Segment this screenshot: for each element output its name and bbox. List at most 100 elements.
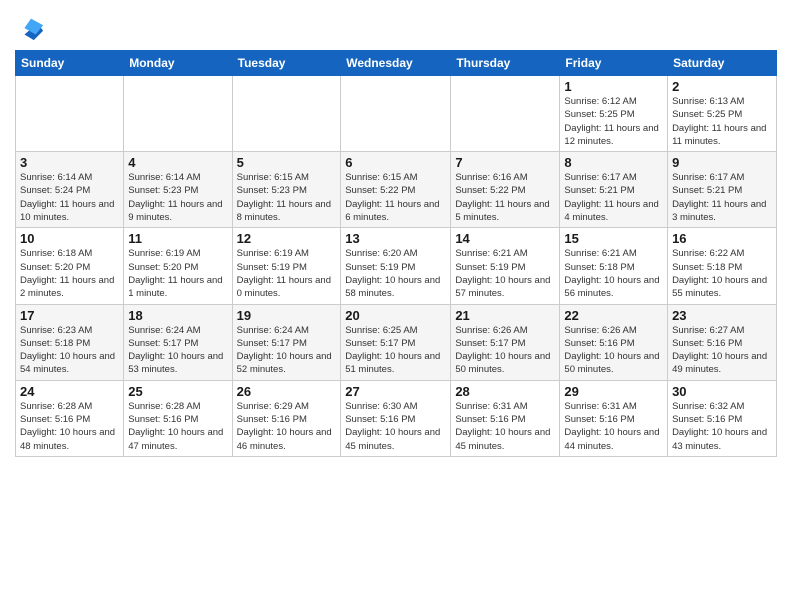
calendar-week-row: 10Sunrise: 6:18 AM Sunset: 5:20 PM Dayli…	[16, 228, 777, 304]
calendar-cell: 13Sunrise: 6:20 AM Sunset: 5:19 PM Dayli…	[341, 228, 451, 304]
cell-info-text: Sunrise: 6:17 AM Sunset: 5:21 PM Dayligh…	[564, 171, 663, 224]
calendar-week-row: 24Sunrise: 6:28 AM Sunset: 5:16 PM Dayli…	[16, 380, 777, 456]
cell-day-number: 26	[237, 384, 337, 399]
calendar-cell: 2Sunrise: 6:13 AM Sunset: 5:25 PM Daylig…	[668, 76, 777, 152]
page-container: SundayMondayTuesdayWednesdayThursdayFrid…	[0, 0, 792, 462]
cell-info-text: Sunrise: 6:14 AM Sunset: 5:24 PM Dayligh…	[20, 171, 119, 224]
calendar-cell: 20Sunrise: 6:25 AM Sunset: 5:17 PM Dayli…	[341, 304, 451, 380]
cell-info-text: Sunrise: 6:13 AM Sunset: 5:25 PM Dayligh…	[672, 95, 772, 148]
logo	[15, 14, 45, 42]
cell-day-number: 11	[128, 231, 227, 246]
cell-info-text: Sunrise: 6:26 AM Sunset: 5:16 PM Dayligh…	[564, 324, 663, 377]
cell-day-number: 3	[20, 155, 119, 170]
calendar-cell: 7Sunrise: 6:16 AM Sunset: 5:22 PM Daylig…	[451, 152, 560, 228]
calendar-cell: 16Sunrise: 6:22 AM Sunset: 5:18 PM Dayli…	[668, 228, 777, 304]
calendar-cell: 18Sunrise: 6:24 AM Sunset: 5:17 PM Dayli…	[124, 304, 232, 380]
cell-day-number: 24	[20, 384, 119, 399]
weekday-header-row: SundayMondayTuesdayWednesdayThursdayFrid…	[16, 51, 777, 76]
calendar-cell: 14Sunrise: 6:21 AM Sunset: 5:19 PM Dayli…	[451, 228, 560, 304]
calendar-cell: 26Sunrise: 6:29 AM Sunset: 5:16 PM Dayli…	[232, 380, 341, 456]
weekday-header-sunday: Sunday	[16, 51, 124, 76]
cell-day-number: 6	[345, 155, 446, 170]
cell-info-text: Sunrise: 6:28 AM Sunset: 5:16 PM Dayligh…	[128, 400, 227, 453]
calendar-cell: 6Sunrise: 6:15 AM Sunset: 5:22 PM Daylig…	[341, 152, 451, 228]
cell-info-text: Sunrise: 6:14 AM Sunset: 5:23 PM Dayligh…	[128, 171, 227, 224]
cell-day-number: 27	[345, 384, 446, 399]
calendar-cell: 30Sunrise: 6:32 AM Sunset: 5:16 PM Dayli…	[668, 380, 777, 456]
weekday-header-friday: Friday	[560, 51, 668, 76]
header-area	[15, 10, 777, 42]
calendar-cell: 21Sunrise: 6:26 AM Sunset: 5:17 PM Dayli…	[451, 304, 560, 380]
calendar-week-row: 1Sunrise: 6:12 AM Sunset: 5:25 PM Daylig…	[16, 76, 777, 152]
cell-day-number: 7	[455, 155, 555, 170]
cell-info-text: Sunrise: 6:25 AM Sunset: 5:17 PM Dayligh…	[345, 324, 446, 377]
cell-day-number: 14	[455, 231, 555, 246]
calendar-cell: 9Sunrise: 6:17 AM Sunset: 5:21 PM Daylig…	[668, 152, 777, 228]
calendar-cell: 22Sunrise: 6:26 AM Sunset: 5:16 PM Dayli…	[560, 304, 668, 380]
cell-info-text: Sunrise: 6:19 AM Sunset: 5:19 PM Dayligh…	[237, 247, 337, 300]
cell-info-text: Sunrise: 6:32 AM Sunset: 5:16 PM Dayligh…	[672, 400, 772, 453]
weekday-header-saturday: Saturday	[668, 51, 777, 76]
logo-icon	[17, 14, 45, 42]
cell-day-number: 22	[564, 308, 663, 323]
cell-info-text: Sunrise: 6:22 AM Sunset: 5:18 PM Dayligh…	[672, 247, 772, 300]
cell-day-number: 20	[345, 308, 446, 323]
calendar-table: SundayMondayTuesdayWednesdayThursdayFrid…	[15, 50, 777, 457]
cell-info-text: Sunrise: 6:21 AM Sunset: 5:19 PM Dayligh…	[455, 247, 555, 300]
cell-info-text: Sunrise: 6:29 AM Sunset: 5:16 PM Dayligh…	[237, 400, 337, 453]
cell-info-text: Sunrise: 6:30 AM Sunset: 5:16 PM Dayligh…	[345, 400, 446, 453]
calendar-cell: 28Sunrise: 6:31 AM Sunset: 5:16 PM Dayli…	[451, 380, 560, 456]
calendar-cell: 3Sunrise: 6:14 AM Sunset: 5:24 PM Daylig…	[16, 152, 124, 228]
calendar-cell: 4Sunrise: 6:14 AM Sunset: 5:23 PM Daylig…	[124, 152, 232, 228]
cell-info-text: Sunrise: 6:28 AM Sunset: 5:16 PM Dayligh…	[20, 400, 119, 453]
calendar-cell: 10Sunrise: 6:18 AM Sunset: 5:20 PM Dayli…	[16, 228, 124, 304]
calendar-cell: 23Sunrise: 6:27 AM Sunset: 5:16 PM Dayli…	[668, 304, 777, 380]
cell-day-number: 1	[564, 79, 663, 94]
calendar-cell: 11Sunrise: 6:19 AM Sunset: 5:20 PM Dayli…	[124, 228, 232, 304]
cell-info-text: Sunrise: 6:15 AM Sunset: 5:23 PM Dayligh…	[237, 171, 337, 224]
cell-day-number: 29	[564, 384, 663, 399]
cell-info-text: Sunrise: 6:24 AM Sunset: 5:17 PM Dayligh…	[128, 324, 227, 377]
cell-info-text: Sunrise: 6:31 AM Sunset: 5:16 PM Dayligh…	[455, 400, 555, 453]
cell-info-text: Sunrise: 6:26 AM Sunset: 5:17 PM Dayligh…	[455, 324, 555, 377]
calendar-cell: 19Sunrise: 6:24 AM Sunset: 5:17 PM Dayli…	[232, 304, 341, 380]
calendar-cell: 12Sunrise: 6:19 AM Sunset: 5:19 PM Dayli…	[232, 228, 341, 304]
calendar-cell	[16, 76, 124, 152]
calendar-cell	[451, 76, 560, 152]
cell-info-text: Sunrise: 6:27 AM Sunset: 5:16 PM Dayligh…	[672, 324, 772, 377]
cell-info-text: Sunrise: 6:20 AM Sunset: 5:19 PM Dayligh…	[345, 247, 446, 300]
cell-day-number: 25	[128, 384, 227, 399]
calendar-week-row: 3Sunrise: 6:14 AM Sunset: 5:24 PM Daylig…	[16, 152, 777, 228]
cell-day-number: 13	[345, 231, 446, 246]
cell-info-text: Sunrise: 6:23 AM Sunset: 5:18 PM Dayligh…	[20, 324, 119, 377]
calendar-cell: 29Sunrise: 6:31 AM Sunset: 5:16 PM Dayli…	[560, 380, 668, 456]
cell-day-number: 9	[672, 155, 772, 170]
cell-day-number: 4	[128, 155, 227, 170]
cell-info-text: Sunrise: 6:17 AM Sunset: 5:21 PM Dayligh…	[672, 171, 772, 224]
calendar-cell	[341, 76, 451, 152]
cell-info-text: Sunrise: 6:19 AM Sunset: 5:20 PM Dayligh…	[128, 247, 227, 300]
calendar-cell	[232, 76, 341, 152]
calendar-cell: 24Sunrise: 6:28 AM Sunset: 5:16 PM Dayli…	[16, 380, 124, 456]
cell-day-number: 12	[237, 231, 337, 246]
cell-day-number: 15	[564, 231, 663, 246]
cell-info-text: Sunrise: 6:24 AM Sunset: 5:17 PM Dayligh…	[237, 324, 337, 377]
weekday-header-tuesday: Tuesday	[232, 51, 341, 76]
cell-day-number: 10	[20, 231, 119, 246]
cell-info-text: Sunrise: 6:21 AM Sunset: 5:18 PM Dayligh…	[564, 247, 663, 300]
cell-day-number: 21	[455, 308, 555, 323]
calendar-cell: 8Sunrise: 6:17 AM Sunset: 5:21 PM Daylig…	[560, 152, 668, 228]
cell-info-text: Sunrise: 6:16 AM Sunset: 5:22 PM Dayligh…	[455, 171, 555, 224]
cell-day-number: 8	[564, 155, 663, 170]
cell-info-text: Sunrise: 6:31 AM Sunset: 5:16 PM Dayligh…	[564, 400, 663, 453]
weekday-header-monday: Monday	[124, 51, 232, 76]
calendar-cell: 25Sunrise: 6:28 AM Sunset: 5:16 PM Dayli…	[124, 380, 232, 456]
cell-day-number: 16	[672, 231, 772, 246]
calendar-cell	[124, 76, 232, 152]
cell-day-number: 18	[128, 308, 227, 323]
cell-day-number: 19	[237, 308, 337, 323]
weekday-header-wednesday: Wednesday	[341, 51, 451, 76]
calendar-cell: 17Sunrise: 6:23 AM Sunset: 5:18 PM Dayli…	[16, 304, 124, 380]
cell-day-number: 17	[20, 308, 119, 323]
cell-info-text: Sunrise: 6:15 AM Sunset: 5:22 PM Dayligh…	[345, 171, 446, 224]
